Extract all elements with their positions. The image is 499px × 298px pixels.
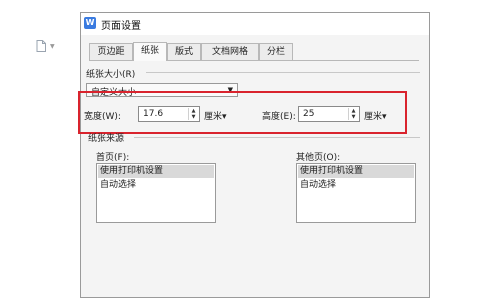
dialog-titlebar[interactable]: W 页面设置 bbox=[81, 13, 429, 35]
tab-margins[interactable]: 页边距 bbox=[89, 43, 133, 60]
tab-document-grid[interactable]: 文档网格 bbox=[201, 43, 259, 60]
page-setup-dialog: W 页面设置 页边距 纸张 版式 文档网格 分栏 bbox=[80, 12, 430, 298]
list-item[interactable]: 自动选择 bbox=[298, 179, 414, 192]
paper-size-label: 纸张大小(R) bbox=[86, 70, 136, 80]
tab-columns[interactable]: 分栏 bbox=[259, 43, 293, 60]
tab-layout[interactable]: 版式 bbox=[167, 43, 201, 60]
group-divider bbox=[134, 137, 420, 138]
list-item[interactable]: 使用打印机设置 bbox=[298, 165, 414, 178]
wps-writer-icon: W bbox=[84, 17, 96, 29]
first-page-listbox[interactable]: 使用打印机设置 自动选择 bbox=[96, 163, 216, 223]
highlight-box bbox=[78, 91, 407, 134]
list-item[interactable]: 自动选择 bbox=[98, 179, 214, 192]
document-icon[interactable] bbox=[36, 40, 46, 52]
group-divider bbox=[146, 72, 420, 73]
other-pages-listbox[interactable]: 使用打印机设置 自动选择 bbox=[296, 163, 416, 223]
tab-paper[interactable]: 纸张 bbox=[133, 42, 167, 61]
caret-down-icon[interactable]: ▼ bbox=[50, 43, 55, 50]
other-pages-label: 其他页(O): bbox=[296, 153, 341, 163]
dialog-title: 页面设置 bbox=[101, 21, 141, 32]
first-page-label: 首页(F): bbox=[96, 153, 130, 163]
list-item[interactable]: 使用打印机设置 bbox=[98, 165, 214, 178]
paper-source-label: 纸张来源 bbox=[88, 134, 125, 144]
